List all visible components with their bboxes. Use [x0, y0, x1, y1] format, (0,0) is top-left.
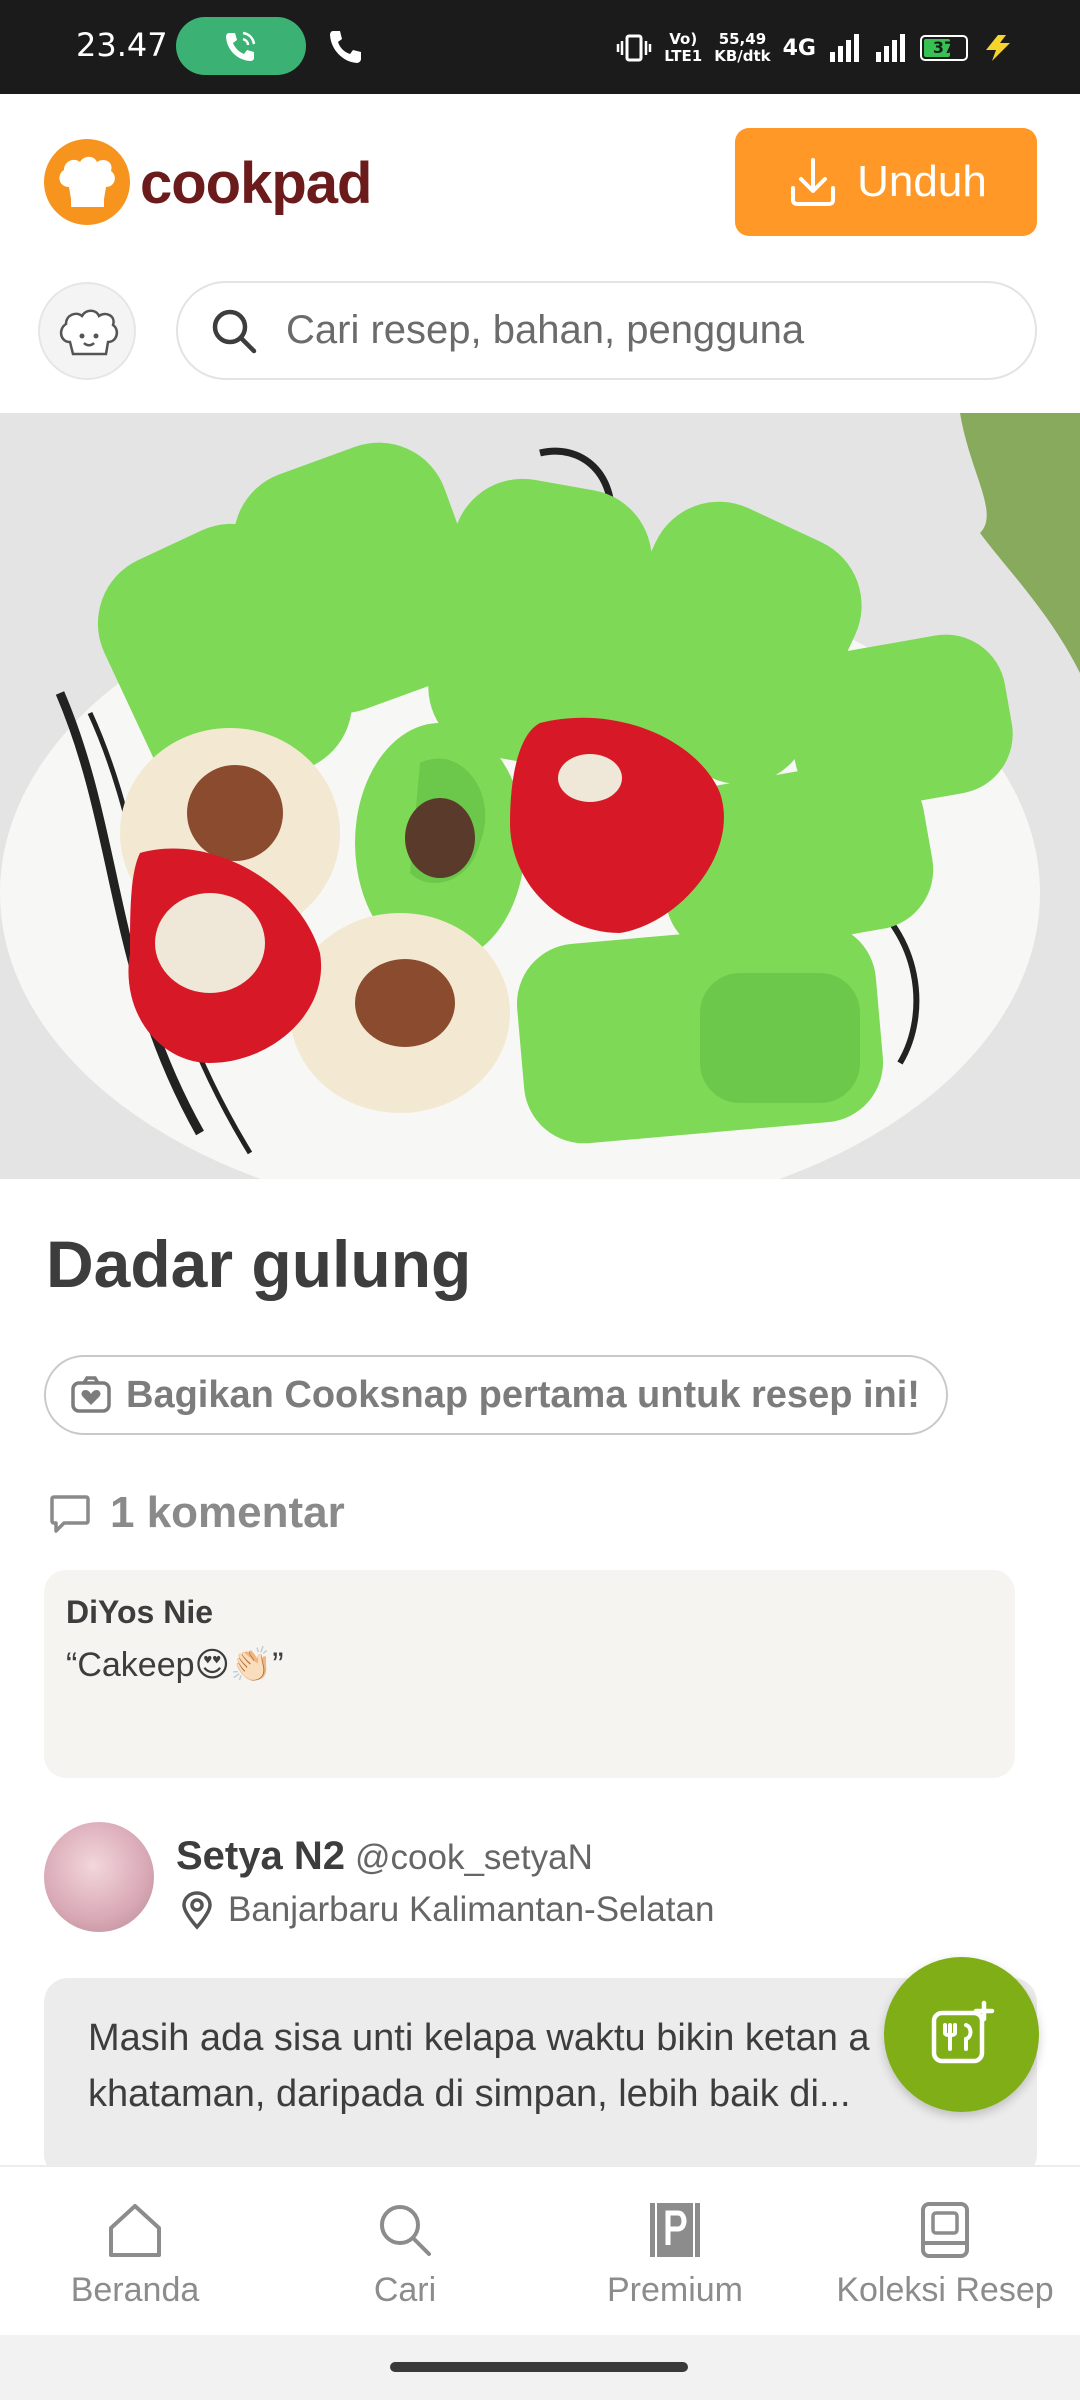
comment-text: “Cakeep😍👏🏻”	[66, 1646, 284, 1684]
phone-icon	[330, 31, 361, 63]
nav-home-label: Beranda	[70, 2271, 200, 2309]
download-icon	[791, 158, 836, 206]
battery-level: 37	[932, 38, 956, 57]
cookpad-logo-icon[interactable]	[44, 139, 130, 225]
author-name-row[interactable]: Setya N2 @cook_setyaN	[176, 1834, 593, 1879]
nav-collection-label: Koleksi Resep	[836, 2271, 1054, 2309]
cooksnap-button[interactable]: Bagikan Cooksnap pertama untuk resep ini…	[44, 1355, 948, 1435]
nav-search[interactable]: Cari	[270, 2167, 540, 2335]
volte-top: Vo)	[669, 30, 698, 48]
signal-icon-2	[876, 34, 905, 62]
nav-premium-label: Premium	[606, 2271, 744, 2309]
charging-icon	[986, 35, 1010, 61]
author-handle: @cook_setyaN	[354, 1838, 593, 1877]
status-time: 23.47	[76, 26, 168, 64]
recipe-title: Dadar gulung	[46, 1227, 472, 1301]
search-input[interactable]	[286, 308, 966, 353]
home-icon	[109, 2204, 161, 2257]
recipe-photo[interactable]	[0, 413, 1080, 1179]
comment-card[interactable]: DiYos Nie “Cakeep😍👏🏻”	[44, 1570, 1015, 1778]
chef-hat-icon	[59, 156, 115, 207]
bottom-navigation: Beranda Cari Premium Koleksi Resep	[0, 2165, 1080, 2335]
author-name: Setya N2	[176, 1834, 345, 1878]
profile-avatar-button[interactable]	[38, 282, 136, 380]
cookpad-logo-text[interactable]: cookpad	[140, 150, 372, 217]
volte-bottom: LTE1	[664, 47, 703, 65]
volte-indicator: Vo) LTE1	[664, 31, 702, 65]
collection-icon	[921, 2202, 969, 2258]
system-navigation-bar	[0, 2335, 1080, 2400]
call-icon	[226, 31, 256, 61]
signal-icon-1	[830, 34, 859, 62]
network-speed: 55,49 KB/dtk	[714, 31, 770, 65]
dadar-gulung-image	[0, 413, 1080, 1179]
comments-count: 1 komentar	[110, 1488, 345, 1537]
nav-collection[interactable]: Koleksi Resep	[810, 2167, 1080, 2335]
add-recipe-icon	[931, 2000, 994, 2063]
search-icon	[380, 2205, 431, 2256]
premium-icon	[650, 2203, 700, 2257]
nav-search-label: Cari	[373, 2271, 437, 2309]
add-recipe-fab[interactable]	[884, 1957, 1039, 2112]
status-bar: 23.47 Vo) LTE1 55,49 KB/dtk 4G 37	[0, 0, 1080, 94]
nav-premium[interactable]: Premium	[540, 2167, 810, 2335]
chef-avatar-icon	[59, 309, 119, 356]
battery-icon: 37	[920, 35, 968, 61]
download-label: Unduh	[857, 157, 987, 206]
author-location: Banjarbaru Kalimantan-Selatan	[180, 1890, 714, 1930]
author-avatar[interactable]	[44, 1822, 154, 1932]
ongoing-call-pill[interactable]	[176, 17, 306, 75]
location-text: Banjarbaru Kalimantan-Selatan	[228, 1890, 715, 1929]
network-type: 4G	[782, 35, 816, 61]
comment-author: DiYos Nie	[66, 1594, 213, 1630]
speed-unit: KB/dtk	[714, 47, 771, 65]
home-gesture-indicator[interactable]	[390, 2362, 688, 2372]
download-button[interactable]: Unduh	[735, 128, 1037, 236]
comment-icon	[50, 1495, 90, 1533]
nav-home[interactable]: Beranda	[0, 2167, 270, 2335]
location-pin-icon	[182, 1891, 212, 1930]
status-icons: Vo) LTE1 55,49 KB/dtk 4G 37	[616, 20, 1020, 76]
camera-heart-icon	[71, 1376, 111, 1413]
search-icon	[212, 309, 257, 353]
comments-link[interactable]: 1 komentar	[48, 1488, 345, 1538]
speed-value: 55,49	[718, 30, 767, 48]
search-bar[interactable]	[176, 281, 1037, 380]
cooksnap-label: Bagikan Cooksnap pertama untuk resep ini…	[126, 1373, 920, 1416]
vibrate-icon	[616, 34, 652, 62]
